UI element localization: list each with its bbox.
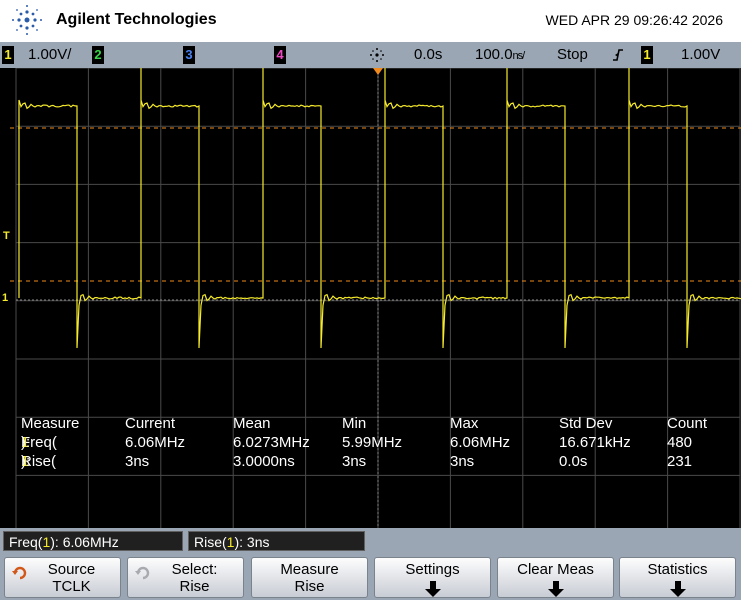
trigger-position-marker [373, 68, 383, 75]
rotate-knob-icon [134, 564, 152, 582]
brand-name: Agilent Technologies [56, 11, 217, 29]
submenu-arrow-icon [548, 589, 564, 597]
rotate-knob-icon [11, 564, 29, 582]
freq-readout: Freq(1): 6.06MHz [3, 531, 183, 551]
select-softkey[interactable]: Select: Rise [127, 557, 244, 598]
submenu-arrow-icon [425, 589, 441, 597]
trigger-level-marker: T [3, 230, 10, 242]
rise-readout: Rise(1): 3ns [188, 531, 365, 551]
rising-edge-trigger-icon [612, 47, 624, 63]
time-delay[interactable]: 0.0s [414, 46, 442, 63]
settings-softkey[interactable]: Settings [374, 557, 491, 598]
header-mean: Mean [233, 415, 271, 432]
statistics-softkey[interactable]: Statistics [619, 557, 736, 598]
source-softkey[interactable]: Source TCLK [4, 557, 121, 598]
header-count: Count [667, 415, 707, 432]
clear-meas-softkey[interactable]: Clear Meas [497, 557, 614, 598]
channel-1-ground-marker: 1 [2, 292, 8, 304]
acquisition-spark-icon [368, 46, 386, 64]
softkey-bar: Source TCLK Select: Rise Measure Rise Se… [0, 554, 741, 600]
header-max: Max [450, 415, 478, 432]
header-min: Min [342, 415, 366, 432]
datetime: WED APR 29 09:26:42 2026 [546, 12, 723, 28]
waveform-display[interactable]: T 1 Measure Current Mean Min Max Std Dev… [0, 68, 741, 528]
header-current: Current [125, 415, 175, 432]
channel-4-badge[interactable]: 4 [274, 46, 286, 64]
channel-3-badge[interactable]: 3 [183, 46, 195, 64]
submenu-arrow-icon [670, 589, 686, 597]
graticule [0, 68, 741, 528]
time-scale[interactable]: 100.0ns/ [475, 46, 524, 63]
header-measure: Measure [21, 415, 79, 432]
measure-rise-softkey[interactable]: Measure Rise [251, 557, 368, 598]
channel-1-trace [19, 68, 741, 348]
channel-2-badge[interactable]: 2 [92, 46, 104, 64]
trigger-level[interactable]: 1.00V [681, 46, 720, 63]
measurement-readout-bar: Freq(1): 6.06MHz Rise(1): 3ns [0, 528, 741, 554]
channel-1-scale[interactable]: 1.00V/ [28, 46, 71, 63]
title-bar: Agilent Technologies WED APR 29 09:26:42… [0, 0, 741, 42]
status-bar: 1 1.00V/ 2 3 4 0.0s 100.0ns/ Stop 1 1.00… [0, 42, 741, 68]
channel-1-badge[interactable]: 1 [2, 46, 14, 64]
header-stddev: Std Dev [559, 415, 612, 432]
run-state[interactable]: Stop [557, 46, 588, 63]
trigger-source-badge[interactable]: 1 [641, 46, 653, 64]
agilent-spark-icon [10, 3, 44, 37]
